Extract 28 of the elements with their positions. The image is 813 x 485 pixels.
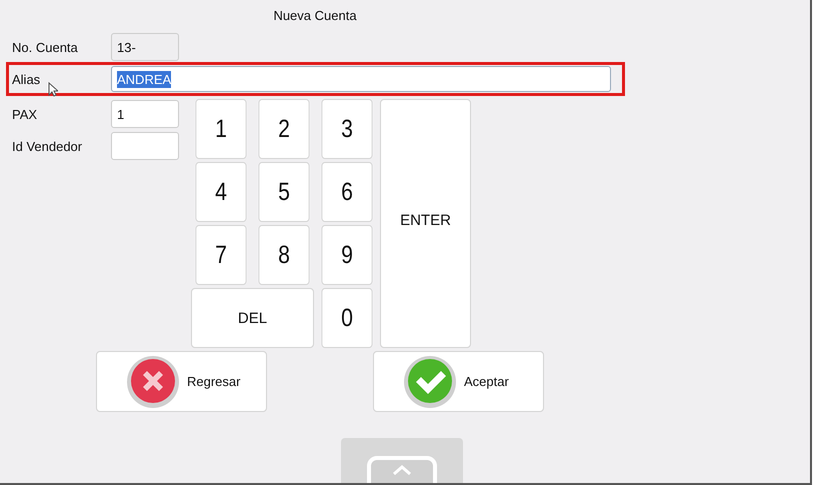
input-field[interactable] <box>111 132 179 160</box>
field-label: No. Cuenta <box>12 40 79 54</box>
keypad-key[interactable]: 6 <box>322 162 372 222</box>
input-field[interactable]: ANDREA <box>111 66 611 92</box>
keypad-key[interactable]: 7 <box>196 225 246 285</box>
chevron-up-icon <box>367 456 437 483</box>
window-title: Nueva Cuenta <box>272 7 358 25</box>
back-button[interactable]: Regresar <box>96 351 267 412</box>
panel-toggle-button[interactable] <box>341 438 463 483</box>
keypad-key[interactable]: 5 <box>258 162 310 222</box>
cursor-icon <box>48 82 58 97</box>
field-label: PAX <box>12 106 38 122</box>
keypad-key[interactable]: 3 <box>322 99 372 159</box>
keypad-key[interactable]: ENTER <box>380 99 471 348</box>
keypad-key[interactable]: DEL <box>191 288 314 348</box>
keypad-key[interactable]: 9 <box>322 225 372 285</box>
accept-button[interactable]: Aceptar <box>373 351 544 412</box>
keypad-key[interactable]: 8 <box>258 225 310 285</box>
keypad-key[interactable]: 0 <box>322 288 372 348</box>
cancel-icon <box>125 354 181 410</box>
field-label: Id Vendedor <box>12 138 84 154</box>
keypad-key[interactable]: 1 <box>196 99 246 159</box>
field-label: Alias <box>12 72 42 86</box>
input-field[interactable]: 1 <box>111 100 179 128</box>
keypad-key[interactable]: 2 <box>258 99 310 159</box>
keypad-key[interactable]: 4 <box>196 162 246 222</box>
input-field[interactable]: 13- <box>111 33 179 61</box>
checkmark-icon <box>402 354 458 410</box>
